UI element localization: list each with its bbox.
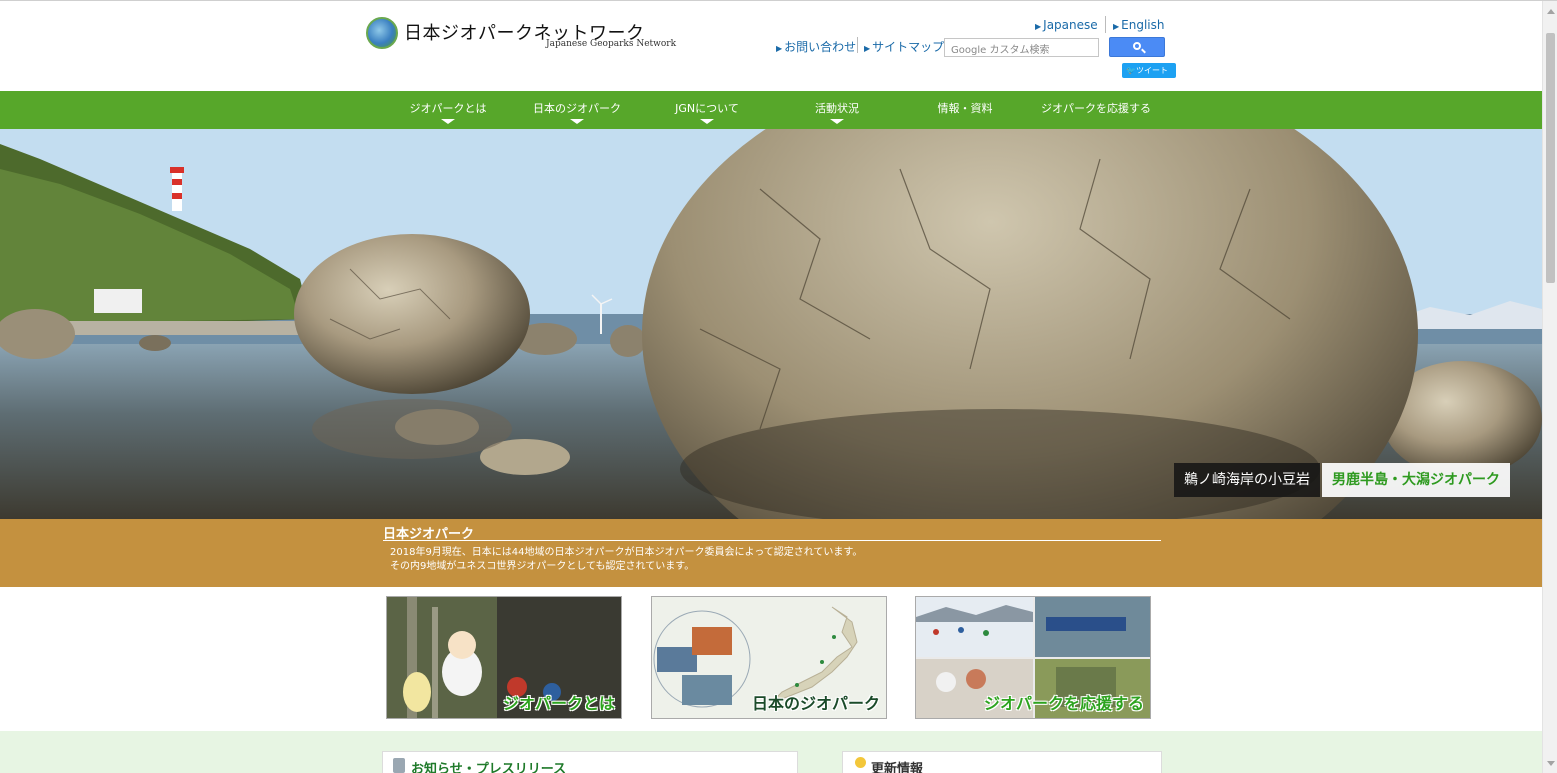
search-icon	[1133, 42, 1141, 50]
browser-page: 日本ジオパークネットワーク Japanese Geoparks Network …	[0, 0, 1557, 773]
band-description: 2018年9月現在、日本には44地域の日本ジオパークが日本ジオパーク委員会によっ…	[390, 546, 862, 574]
search-icon-handle	[1141, 48, 1146, 54]
caret-down-icon	[830, 119, 844, 124]
twitter-bird-icon: 🐦	[1126, 66, 1136, 75]
jgn-logo-icon	[366, 17, 398, 49]
hero-slideshow[interactable]: 鵜ノ崎海岸の小豆岩 男鹿半島・大潟ジオパーク	[0, 129, 1542, 519]
band-line-1: 2018年9月現在、日本には44地域の日本ジオパークが日本ジオパーク委員会によっ…	[390, 547, 863, 558]
hero-caption-place: 鵜ノ崎海岸の小豆岩	[1174, 463, 1320, 497]
hero-photo	[0, 129, 1542, 519]
site-logo[interactable]: 日本ジオパークネットワーク Japanese Geoparks Network	[366, 17, 676, 53]
page-content: 日本ジオパークネットワーク Japanese Geoparks Network …	[0, 1, 1542, 773]
lightbulb-icon	[855, 757, 866, 768]
card-label: 日本のジオパーク	[751, 694, 880, 713]
nav-label: JGNについて	[675, 102, 739, 115]
main-nav: ジオパークとは 日本のジオパーク JGNについて 活動状況 情報・資料 ジオパー…	[0, 91, 1542, 129]
contact-label: お問い合わせ	[784, 40, 857, 54]
triangle-right-icon: ▶	[776, 44, 783, 53]
nav-label: ジオパークを応援する	[1041, 102, 1151, 115]
logo-subtitle: Japanese Geoparks Network	[546, 39, 677, 49]
nav-item-about-jgn[interactable]: JGNについて	[661, 91, 753, 129]
tweet-button[interactable]: 🐦ツイート	[1122, 63, 1176, 78]
caret-down-icon	[700, 119, 714, 124]
lang-japanese-label: Japanese	[1043, 18, 1098, 32]
document-icon	[393, 758, 405, 773]
header-link-separator	[857, 37, 858, 53]
lang-english-link[interactable]: ▶ English	[1113, 18, 1165, 32]
lang-english-label: English	[1121, 18, 1165, 32]
vertical-scrollbar[interactable]	[1542, 1, 1557, 773]
site-header: 日本ジオパークネットワーク Japanese Geoparks Network …	[0, 1, 1542, 90]
nav-label: 日本のジオパーク	[533, 102, 621, 115]
nav-label: 情報・資料	[937, 102, 993, 115]
lang-separator	[1105, 16, 1106, 33]
nav-label: ジオパークとは	[409, 102, 487, 115]
triangle-right-icon: ▶	[864, 44, 871, 53]
updates-panel-title: 更新情報	[871, 762, 924, 773]
news-panel-title[interactable]: お知らせ・プレスリリース	[411, 758, 566, 773]
band-divider	[383, 540, 1161, 541]
news-panel: お知らせ・プレスリリース	[382, 751, 798, 773]
scroll-up-icon[interactable]	[1547, 9, 1555, 14]
search-button[interactable]	[1109, 37, 1165, 57]
card-label: ジオパークとは	[502, 694, 615, 713]
lang-japanese-link[interactable]: ▶ Japanese	[1035, 18, 1098, 32]
contact-link[interactable]: ▶ お問い合わせ	[776, 38, 856, 55]
nav-item-info[interactable]: 情報・資料	[926, 91, 1004, 129]
sitemap-label: サイトマップ	[872, 40, 945, 54]
sitemap-link[interactable]: ▶ サイトマップ	[864, 38, 944, 55]
nav-item-activities[interactable]: 活動状況	[800, 91, 874, 129]
hero-caption-geopark[interactable]: 男鹿半島・大潟ジオパーク	[1322, 463, 1510, 497]
nav-item-japan-geoparks[interactable]: 日本のジオパーク	[521, 91, 633, 129]
card-support-geopark[interactable]: ジオパークを応援する	[915, 596, 1151, 719]
scroll-down-icon[interactable]	[1547, 761, 1555, 766]
site-search-input[interactable]: Google カスタム検索	[944, 38, 1099, 57]
triangle-right-icon: ▶	[1035, 22, 1042, 31]
nav-label: 活動状況	[815, 102, 859, 115]
caret-down-icon	[441, 119, 455, 124]
japan-geoparks-band: 日本ジオパーク 2018年9月現在、日本には44地域の日本ジオパークが日本ジオパ…	[0, 519, 1542, 587]
band-line-2: その内9地域がユネスコ世界ジオパークとしても認定されています。	[390, 561, 695, 572]
updates-panel: 更新情報	[842, 751, 1162, 773]
tweet-label: ツイート	[1135, 66, 1168, 75]
triangle-right-icon: ▶	[1113, 22, 1120, 31]
card-about-geopark[interactable]: ジオパークとは	[386, 596, 622, 719]
nav-item-about-geopark[interactable]: ジオパークとは	[398, 91, 498, 129]
caret-down-icon	[570, 119, 584, 124]
scrollbar-thumb[interactable]	[1546, 33, 1555, 283]
card-japan-geoparks[interactable]: 日本のジオパーク	[651, 596, 887, 719]
card-label: ジオパークを応援する	[983, 694, 1144, 713]
nav-item-support[interactable]: ジオパークを応援する	[1030, 91, 1162, 129]
